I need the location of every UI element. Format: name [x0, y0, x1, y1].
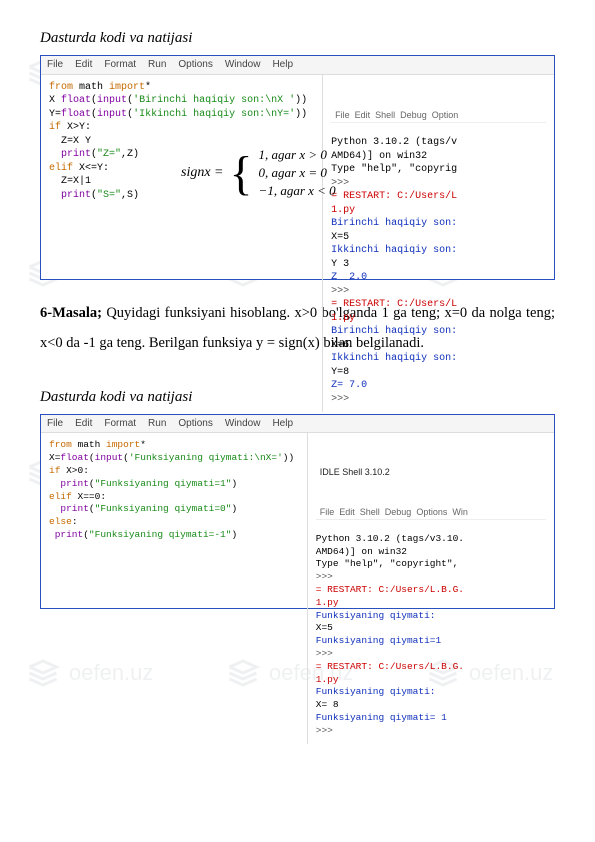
math-formula: signx = { 1, agar x > 0 0, agar x = 0 −1… [181, 146, 336, 201]
screenshot-1: File Edit Format Run Options Window Help… [40, 55, 555, 280]
menu-options[interactable]: Options [178, 417, 212, 431]
shell-menubar: File Edit Shell Debug Options Win [316, 505, 546, 520]
formula-case-1: 1, agar x > 0 [259, 146, 336, 164]
shell-title: IDLE Shell 3.10.2 [316, 465, 546, 479]
menu-file[interactable]: File [47, 58, 63, 72]
menu-edit[interactable]: Edit [75, 58, 92, 72]
editor-menubar: File Edit Format Run Options Window Help [41, 56, 554, 75]
editor-menubar: File Edit Format Run Options Window Help [41, 415, 554, 434]
menu-format[interactable]: Format [104, 58, 136, 72]
brace-icon: { [230, 152, 253, 195]
shell-output[interactable]: File Edit Shell Debug Option Python 3.10… [323, 75, 554, 413]
menu-run[interactable]: Run [148, 417, 166, 431]
formula-case-2: 0, agar x = 0 [259, 164, 336, 182]
screenshot-2: File Edit Format Run Options Window Help… [40, 414, 555, 609]
menu-format[interactable]: Format [104, 417, 136, 431]
menu-window[interactable]: Window [225, 417, 261, 431]
shell-output[interactable]: IDLE Shell 3.10.2 File Edit Shell Debug … [308, 433, 554, 743]
menu-window[interactable]: Window [225, 58, 261, 72]
menu-options[interactable]: Options [178, 58, 212, 72]
section-title-1: Dasturda kodi va natijasi [40, 30, 555, 47]
code-editor[interactable]: from math import* X=float(input('Funksiy… [41, 433, 307, 548]
menu-run[interactable]: Run [148, 58, 166, 72]
menu-edit[interactable]: Edit [75, 417, 92, 431]
shell-menubar: File Edit Shell Debug Option [331, 108, 546, 123]
menu-help[interactable]: Help [272, 58, 293, 72]
formula-case-3: −1, agar x < 0 [259, 182, 336, 200]
menu-file[interactable]: File [47, 417, 63, 431]
formula-lhs: signx = [181, 164, 224, 183]
menu-help[interactable]: Help [272, 417, 293, 431]
